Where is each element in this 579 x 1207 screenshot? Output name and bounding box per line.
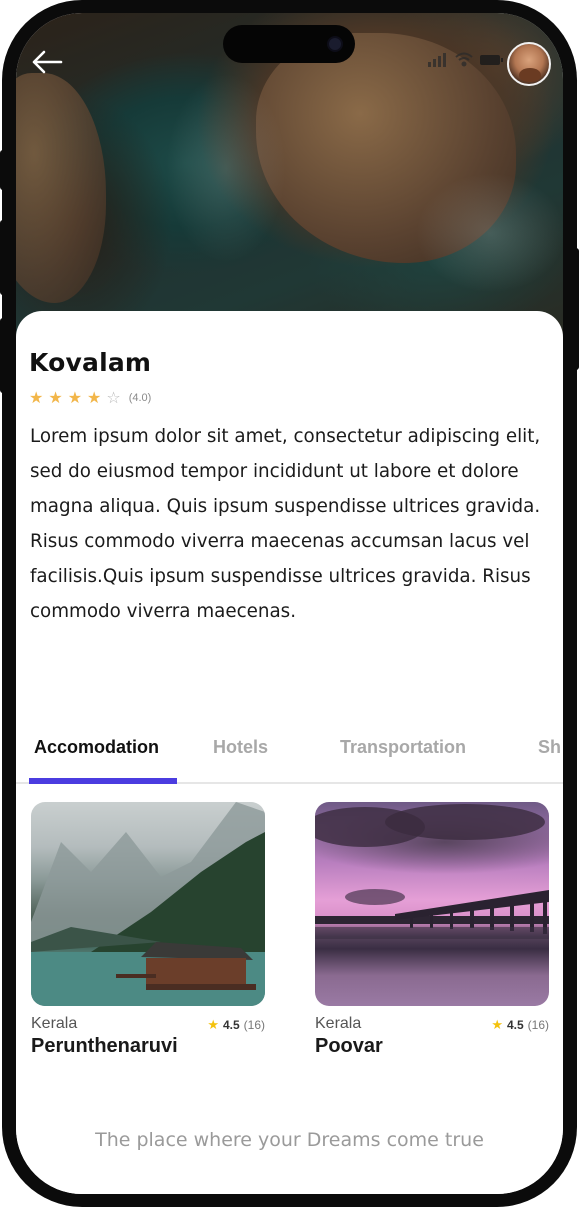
rating-stars: ★ ★ ★ ★ ☆ (4.0) bbox=[29, 389, 151, 407]
tab-hotels[interactable]: Hotels bbox=[213, 737, 268, 758]
hero-foam bbox=[166, 73, 286, 263]
card-rating: ★ 4.5 (16) bbox=[491, 1017, 549, 1033]
card-image bbox=[315, 802, 549, 1006]
place-card[interactable]: Kerala ★ 4.5 (16) Perunthenaruvi bbox=[31, 802, 265, 1057]
card-rating: ★ 4.5 (16) bbox=[207, 1017, 265, 1033]
category-tabs: Accomodation Hotels Transportation Sh bbox=[16, 729, 563, 784]
wifi-icon bbox=[455, 52, 473, 67]
description-paragraph: Risus commodo viverra maecenas accumsan … bbox=[30, 531, 531, 622]
active-tab-indicator bbox=[29, 778, 177, 784]
place-description: Lorem ipsum dolor sit amet, consectetur … bbox=[30, 419, 552, 629]
card-title: Poovar bbox=[315, 1035, 383, 1057]
card-rating-count: (16) bbox=[527, 1018, 549, 1032]
star-outline-icon: ☆ bbox=[106, 388, 121, 407]
mountain-lake-illustration bbox=[31, 802, 265, 1006]
star-icon: ★ bbox=[87, 388, 102, 407]
hero-foam-right bbox=[416, 173, 563, 293]
app-screen: Kovalam ★ ★ ★ ★ ☆ (4.0) Lorem ipsum dolo… bbox=[16, 13, 563, 1194]
avatar-beard bbox=[519, 68, 541, 82]
place-card[interactable]: Kerala ★ 4.5 (16) Poovar bbox=[315, 802, 549, 1057]
place-title: Kovalam bbox=[29, 348, 152, 377]
user-avatar[interactable] bbox=[507, 42, 551, 86]
footer-tagline: The place where your Dreams come true bbox=[95, 1129, 484, 1151]
back-button[interactable] bbox=[30, 47, 64, 77]
card-location: Kerala bbox=[315, 1015, 362, 1032]
content-sheet: Kovalam ★ ★ ★ ★ ☆ (4.0) Lorem ipsum dolo… bbox=[16, 311, 563, 1194]
star-icon: ★ bbox=[29, 388, 44, 407]
tab-transportation[interactable]: Transportation bbox=[340, 737, 466, 758]
card-image bbox=[31, 802, 265, 1006]
card-rating-count: (16) bbox=[243, 1018, 265, 1032]
phone-mockup: Kovalam ★ ★ ★ ★ ☆ (4.0) Lorem ipsum dolo… bbox=[0, 0, 579, 1207]
tab-shopping[interactable]: Sh bbox=[538, 737, 561, 758]
card-rating-value: 4.5 bbox=[222, 1018, 240, 1032]
dynamic-island bbox=[223, 25, 355, 63]
card-title: Perunthenaruvi bbox=[31, 1035, 178, 1057]
arrow-left-icon bbox=[32, 50, 63, 74]
star-icon: ★ bbox=[491, 1017, 503, 1032]
star-icon: ★ bbox=[207, 1017, 219, 1032]
card-location: Kerala bbox=[31, 1015, 78, 1032]
description-paragraph: Lorem ipsum dolor sit amet, consectetur … bbox=[30, 426, 541, 517]
signal-icon bbox=[428, 53, 446, 67]
star-icon: ★ bbox=[48, 388, 63, 407]
card-rating-value: 4.5 bbox=[506, 1018, 524, 1032]
star-icon: ★ bbox=[67, 388, 83, 407]
camera-icon bbox=[327, 36, 343, 52]
hero-rock-left bbox=[16, 73, 106, 303]
rating-value: (4.0) bbox=[128, 392, 152, 404]
battery-icon bbox=[480, 55, 503, 65]
tab-accomodation[interactable]: Accomodation bbox=[34, 737, 159, 758]
pier-sunset-illustration bbox=[315, 804, 549, 939]
status-bar-icons bbox=[428, 52, 503, 67]
